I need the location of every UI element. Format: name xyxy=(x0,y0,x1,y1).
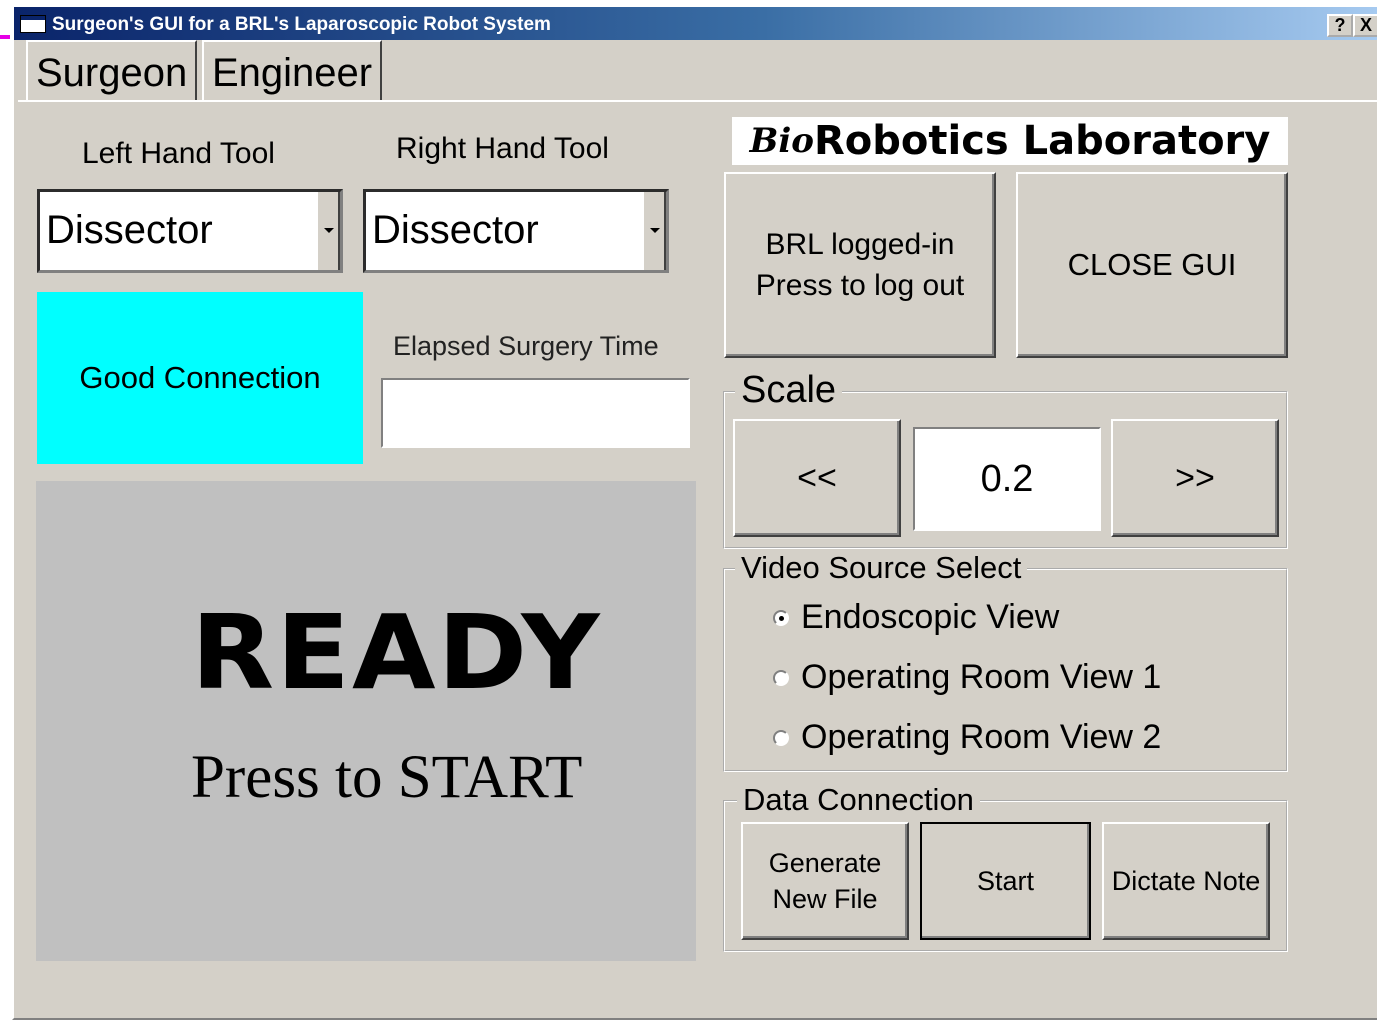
logout-button[interactable]: BRL logged-in Press to log out xyxy=(724,172,996,358)
scale-value-field[interactable]: 0.2 xyxy=(913,427,1101,531)
scale-decrease-button[interactable]: << xyxy=(733,419,901,537)
close-gui-button[interactable]: CLOSE GUI xyxy=(1016,172,1288,358)
tab-surgeon[interactable]: Surgeon xyxy=(26,40,198,102)
generate-line2: New File xyxy=(772,884,878,914)
radio-selected-icon[interactable] xyxy=(773,609,789,626)
ready-subtitle: Press to START xyxy=(191,744,583,811)
left-tool-label: Left Hand Tool xyxy=(82,137,275,170)
brl-logo: Bio Robotics Laboratory xyxy=(732,117,1288,165)
video-source-legend: Video Source Select xyxy=(735,550,1028,586)
logout-line1: BRL logged-in xyxy=(765,228,955,261)
scale-group: Scale << 0.2 >> xyxy=(723,369,1288,549)
radio-or-view-1[interactable]: Operating Room View 1 xyxy=(773,658,1161,697)
logo-prefix: Bio xyxy=(749,121,814,161)
tab-engineer[interactable]: Engineer xyxy=(202,40,383,102)
chevron-down-icon[interactable] xyxy=(642,192,666,270)
data-connection-group: Data Connection Generate New File Start … xyxy=(723,782,1288,952)
radio-label: Endoscopic View xyxy=(801,598,1060,636)
generate-new-file-button[interactable]: Generate New File xyxy=(741,822,909,940)
video-source-group: Video Source Select Endoscopic View Oper… xyxy=(723,550,1288,772)
start-data-button[interactable]: Start xyxy=(920,822,1091,940)
scale-legend: Scale xyxy=(735,369,843,412)
title-bar: Surgeon's GUI for a BRL's Laparoscopic R… xyxy=(14,7,1377,40)
data-connection-legend: Data Connection xyxy=(737,782,980,818)
radio-icon[interactable] xyxy=(773,669,789,686)
connection-status: Good Connection xyxy=(37,292,363,464)
elapsed-time-field xyxy=(381,378,690,448)
logout-line2: Press to log out xyxy=(755,269,965,302)
close-window-button[interactable]: X xyxy=(1353,14,1377,37)
radio-endoscopic-view[interactable]: Endoscopic View xyxy=(773,598,1059,637)
right-tool-value: Dissector xyxy=(372,208,539,252)
dictate-note-button[interactable]: Dictate Note xyxy=(1102,822,1270,940)
left-tool-select[interactable]: Dissector xyxy=(37,189,343,273)
logo-text: Robotics Laboratory xyxy=(813,118,1271,164)
generate-line1: Generate xyxy=(768,848,882,878)
tab-divider xyxy=(18,100,1377,102)
elapsed-time-label: Elapsed Surgery Time xyxy=(393,331,659,361)
radio-label: Operating Room View 2 xyxy=(801,718,1162,756)
chevron-down-icon[interactable] xyxy=(316,192,340,270)
window-icon xyxy=(20,15,46,33)
app-window: Surgeon's GUI for a BRL's Laparoscopic R… xyxy=(12,7,1377,1020)
window-title: Surgeon's GUI for a BRL's Laparoscopic R… xyxy=(52,14,551,35)
start-surgery-button[interactable]: READY Press to START xyxy=(36,481,696,961)
right-tool-select[interactable]: Dissector xyxy=(363,189,669,273)
ready-title: READY xyxy=(191,594,602,713)
radio-icon[interactable] xyxy=(773,729,789,746)
radio-label: Operating Room View 1 xyxy=(801,658,1162,696)
left-tool-value: Dissector xyxy=(46,208,213,252)
edge-marker xyxy=(0,35,10,39)
scale-increase-button[interactable]: >> xyxy=(1111,419,1279,537)
radio-or-view-2[interactable]: Operating Room View 2 xyxy=(773,718,1161,757)
help-button[interactable]: ? xyxy=(1327,14,1353,37)
right-tool-label: Right Hand Tool xyxy=(396,132,609,165)
